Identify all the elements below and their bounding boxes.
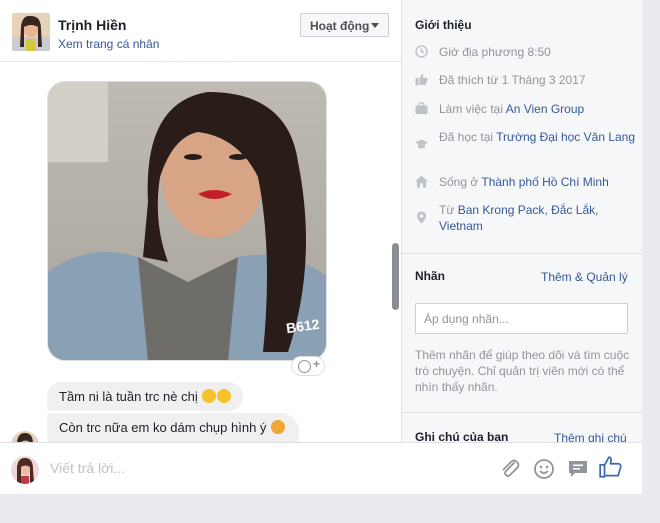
add-note-link[interactable]: Thêm ghi chú xyxy=(554,431,627,442)
plus-icon: + xyxy=(313,357,321,371)
contact-info-panel: Giới thiệu Giờ địa phương 8:50 Đã thích … xyxy=(401,0,642,442)
message-bubble[interactable]: Còn trc nữa em ko dám chụp hình ý xyxy=(47,413,299,442)
view-profile-link[interactable]: Xem trang cá nhân xyxy=(58,37,159,51)
sender-avatar[interactable] xyxy=(11,431,39,442)
info-text: Giờ địa phương 8:50 xyxy=(439,45,551,59)
notes-title: Ghi chú của bạn xyxy=(415,430,509,442)
saved-reply-icon[interactable] xyxy=(566,457,590,481)
reply-bar: Viết trả lời... xyxy=(0,442,642,494)
reply-input[interactable]: Viết trả lời... xyxy=(50,460,125,476)
scrollbar-thumb[interactable] xyxy=(392,243,399,310)
grin-icon xyxy=(202,389,217,403)
info-text: Làm việc tại An Vien Group xyxy=(439,101,639,117)
label-input[interactable]: Áp dụng nhãn... xyxy=(415,303,628,334)
shared-photo[interactable]: B612 xyxy=(47,81,327,361)
location-pin-icon xyxy=(417,211,426,224)
briefcase-icon xyxy=(415,102,428,114)
info-prefix: Làm việc tại xyxy=(439,102,506,116)
chevron-down-icon xyxy=(371,23,379,28)
grin-icon xyxy=(217,389,232,403)
message-text: Tầm ni là tuần trc nè chị xyxy=(59,389,198,404)
info-prefix: Đã học tại xyxy=(439,130,497,144)
divider xyxy=(402,253,642,254)
message-thread[interactable]: · · · · · · · · · · B612 + Tầm ni là tuầ… xyxy=(0,62,401,442)
intro-title: Giới thiệu xyxy=(415,18,472,32)
message-text: Còn trc nữa em ko dám chụp hình ý xyxy=(59,420,267,435)
sad-icon xyxy=(271,420,286,434)
city-link[interactable]: Thành phố Hồ Chí Minh xyxy=(481,175,608,189)
info-prefix: Từ xyxy=(439,203,458,217)
clock-icon xyxy=(415,45,428,58)
message-bubble[interactable]: Tầm ni là tuần trc nè chị xyxy=(47,382,244,411)
add-reaction-button[interactable]: + xyxy=(291,356,325,376)
info-text: Đã học tại Trường Đại học Văn Lang xyxy=(439,129,639,145)
info-text: Sống ở Thành phố Hồ Chí Minh xyxy=(439,174,639,190)
home-icon xyxy=(415,175,428,188)
thumbs-up-icon[interactable] xyxy=(598,454,624,480)
my-avatar xyxy=(11,456,39,484)
labels-title: Nhãn xyxy=(415,269,445,283)
contact-name[interactable]: Trịnh Hiền xyxy=(58,17,126,33)
workplace-link[interactable]: An Vien Group xyxy=(506,102,585,116)
hometown-link[interactable]: Ban Krong Pack, Đắc Lắk, Vietnam xyxy=(439,203,598,233)
add-manage-labels-link[interactable]: Thêm & Quản lý xyxy=(541,270,628,284)
conversation-header: Trịnh Hiền Xem trang cá nhân Hoạt động xyxy=(0,0,401,62)
avatar[interactable] xyxy=(12,13,50,51)
info-prefix: Sống ở xyxy=(439,175,482,189)
emoji-icon[interactable] xyxy=(532,457,556,481)
graduation-icon xyxy=(415,139,428,149)
attachment-icon[interactable] xyxy=(498,457,522,481)
school-link[interactable]: Trường Đại học Văn Lang xyxy=(496,130,635,144)
labels-help-text: Thêm nhãn để giúp theo dõi và tìm cuộc t… xyxy=(415,348,630,394)
faded-timestamp: · · · · · · · · · · xyxy=(150,62,234,68)
conversation-window: Trịnh Hiền Xem trang cá nhân Hoạt động ·… xyxy=(0,0,642,494)
info-text: Từ Ban Krong Pack, Đắc Lắk, Vietnam xyxy=(439,202,639,234)
info-text: Đã thích từ 1 Tháng 3 2017 xyxy=(439,73,586,87)
status-dropdown[interactable]: Hoạt động xyxy=(300,13,389,37)
like-icon xyxy=(415,74,428,86)
status-label: Hoạt động xyxy=(310,19,370,33)
smiley-icon xyxy=(298,360,311,373)
divider xyxy=(402,412,642,413)
